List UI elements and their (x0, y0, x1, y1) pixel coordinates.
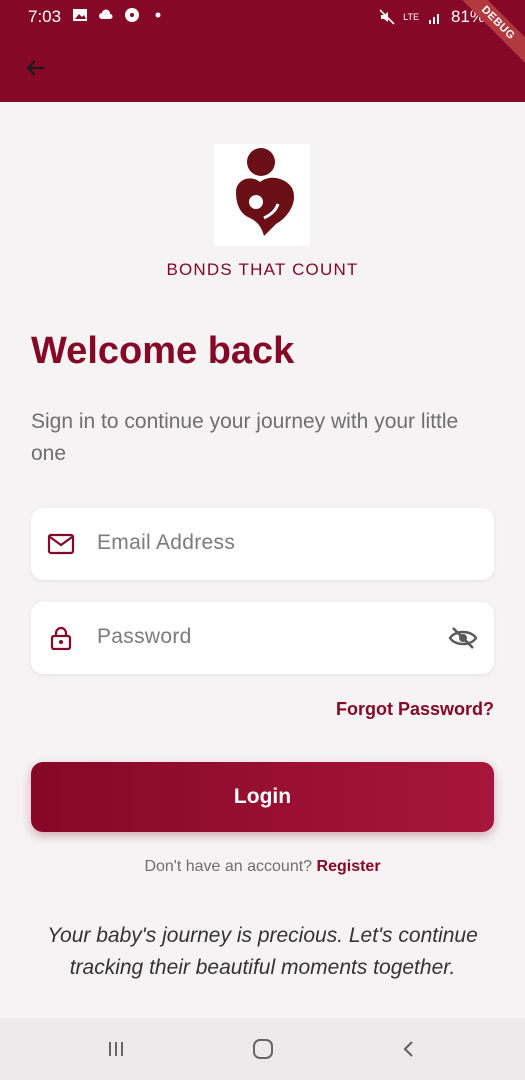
register-link[interactable]: Register (317, 858, 381, 875)
footer-quote: Your baby's journey is precious. Let's c… (47, 924, 478, 979)
email-field[interactable]: Email Address (31, 508, 494, 580)
eye-off-icon[interactable] (448, 626, 478, 650)
dot-icon (155, 12, 161, 18)
back-button[interactable] (20, 52, 52, 84)
recent-apps-button[interactable] (101, 1036, 131, 1062)
home-button[interactable] (248, 1036, 278, 1062)
system-nav-bar (0, 1018, 525, 1080)
home-icon (253, 1039, 273, 1059)
recents-icon (109, 1042, 123, 1056)
password-placeholder: Password (97, 625, 192, 648)
app-bar: 7:03 LTE 81% DEBUG (0, 0, 525, 102)
cloud-icon (99, 9, 113, 19)
login-button[interactable]: Login (31, 762, 494, 832)
brand-logo (214, 144, 310, 246)
mute-icon (379, 9, 395, 25)
register-prompt: Don't have an account? Register (0, 858, 525, 876)
chevron-left-icon (403, 1041, 413, 1057)
forgot-password-link[interactable]: Forgot Password? (336, 699, 494, 720)
mail-icon (47, 533, 75, 555)
signal-icon (428, 14, 439, 24)
gallery-icon (73, 9, 87, 21)
page-subtitle: Sign in to continue your journey with yo… (31, 410, 459, 465)
status-time: 7:03 (28, 7, 62, 26)
register-text: Don't have an account? (144, 858, 313, 875)
password-field[interactable]: Password (31, 602, 494, 674)
brand-name: BONDS THAT COUNT (166, 260, 359, 279)
system-back-button[interactable] (394, 1036, 424, 1062)
lock-icon (50, 626, 72, 650)
page-title: Welcome back (31, 330, 295, 372)
network-label: LTE (403, 11, 419, 22)
status-bar: 7:03 LTE 81% DEBUG (0, 0, 525, 69)
ball-icon (125, 8, 139, 22)
arrow-left-icon (26, 60, 44, 76)
email-placeholder: Email Address (97, 531, 236, 554)
mother-child-logo-icon (236, 148, 295, 236)
